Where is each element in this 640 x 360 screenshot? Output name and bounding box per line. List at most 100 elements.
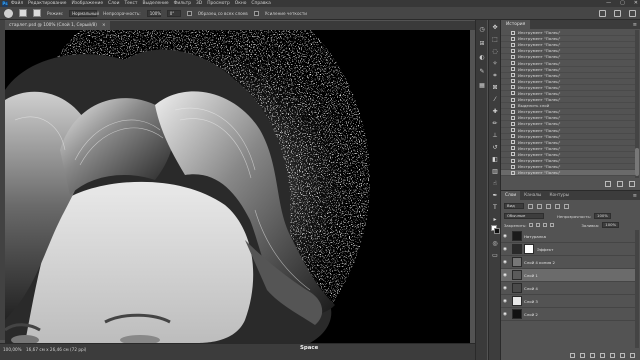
menu-help[interactable]: Справка xyxy=(251,1,270,6)
menu-view[interactable]: Просмотр xyxy=(207,1,230,6)
layer-row[interactable]: ◉ Натуралка xyxy=(501,230,635,243)
tab-paths[interactable]: Контуры xyxy=(545,191,573,200)
layer-row[interactable]: ◉ Слой 1 xyxy=(501,269,635,282)
menu-edit[interactable]: Редактирование xyxy=(28,1,66,6)
adjustments-panel-icon[interactable]: ◐ xyxy=(478,54,486,62)
screen-mode-icon[interactable]: ▭ xyxy=(491,252,499,260)
lock-transparency-icon[interactable] xyxy=(529,223,534,227)
path-select-tool-icon[interactable]: ▸ xyxy=(491,216,499,224)
layer-mask-thumbnail[interactable] xyxy=(524,244,534,254)
move-tool-icon[interactable]: ✥ xyxy=(491,24,499,32)
history-item[interactable]: Инструмент "Палец" xyxy=(501,170,635,177)
layer-style-icon[interactable] xyxy=(580,352,585,358)
layer-name[interactable]: Слой 2 xyxy=(524,312,538,317)
swatches-panel-icon[interactable]: ▦ xyxy=(478,82,486,90)
layer-thumbnail[interactable] xyxy=(512,257,522,267)
crop-tool-icon[interactable]: ⌗ xyxy=(491,72,499,80)
eye-icon[interactable]: ◉ xyxy=(501,299,509,304)
layer-row[interactable]: ◉ Слой 4 xyxy=(501,282,635,295)
lock-position-icon[interactable] xyxy=(543,223,548,227)
history-panel-title[interactable]: История xyxy=(501,20,531,29)
menu-filter[interactable]: Фильтр xyxy=(174,1,191,6)
menu-text[interactable]: Текст xyxy=(124,1,137,6)
layer-thumbnail[interactable] xyxy=(512,296,522,306)
workspace-icon[interactable] xyxy=(614,10,621,17)
layer-row[interactable]: ◉ Эффект xyxy=(501,243,635,256)
smudge-tool-preset-icon[interactable] xyxy=(4,8,13,18)
canvas-area[interactable] xyxy=(5,30,470,343)
marquee-tool-icon[interactable]: ⬚ xyxy=(491,36,499,44)
fill-input[interactable]: 100% xyxy=(602,222,620,228)
eye-icon[interactable]: ◉ xyxy=(501,260,509,265)
opacity-input[interactable]: 100% xyxy=(594,213,611,219)
quick-select-tool-icon[interactable]: ✧ xyxy=(491,60,499,68)
layers-panel-menu-icon[interactable]: ≡ xyxy=(633,193,637,199)
properties-panel-icon[interactable]: ⊞ xyxy=(478,40,486,48)
menu-file[interactable]: Файл xyxy=(11,1,23,6)
smudge-tool-icon[interactable]: ☝ xyxy=(491,180,499,188)
menu-window[interactable]: Окно xyxy=(235,1,247,6)
history-brush-tool-icon[interactable]: ↺ xyxy=(491,144,499,152)
menu-layers[interactable]: Слои xyxy=(108,1,119,6)
search-icon[interactable] xyxy=(599,10,606,17)
healing-tool-icon[interactable]: ✚ xyxy=(491,108,499,116)
history-panel-icon[interactable]: ◷ xyxy=(478,26,486,34)
eye-icon[interactable]: ◉ xyxy=(501,273,509,278)
filter-shape-icon[interactable] xyxy=(555,203,560,209)
tab-layers[interactable]: Слои xyxy=(501,191,521,200)
maximize-button[interactable]: ▢ xyxy=(620,0,625,7)
tab-channels[interactable]: Каналы xyxy=(520,191,545,200)
history-scrollbar[interactable] xyxy=(635,30,639,178)
layer-row[interactable]: ◉ Слой 4 копия 2 xyxy=(501,256,635,269)
layer-thumbnail[interactable] xyxy=(512,244,522,254)
eye-icon[interactable]: ◉ xyxy=(501,312,509,317)
history-scroll-thumb[interactable] xyxy=(635,148,639,176)
menu-select[interactable]: Выделение xyxy=(142,1,168,6)
layer-name[interactable]: Натуралка xyxy=(524,234,546,239)
layer-thumbnail[interactable] xyxy=(512,309,522,319)
close-window-button[interactable]: ✕ xyxy=(634,0,638,7)
eye-icon[interactable]: ◉ xyxy=(501,234,509,239)
layer-name[interactable]: Слой 3 xyxy=(524,299,538,304)
strength-input[interactable]: 100% xyxy=(146,9,161,17)
eye-icon[interactable]: ◉ xyxy=(501,286,509,291)
sample-all-checkbox[interactable] xyxy=(186,10,192,16)
link-layers-icon[interactable] xyxy=(570,352,575,358)
snapshot-icon[interactable] xyxy=(617,181,623,187)
delete-layer-icon[interactable] xyxy=(630,352,635,358)
stamp-tool-icon[interactable]: ⊥ xyxy=(491,132,499,140)
layer-name[interactable]: Эффект xyxy=(537,247,553,252)
quick-mask-icon[interactable]: ◎ xyxy=(491,240,499,248)
finger-painting-checkbox[interactable] xyxy=(253,10,259,16)
brush-preset-picker[interactable] xyxy=(19,9,27,17)
adjustment-layer-icon[interactable] xyxy=(600,352,605,358)
brush-settings-icon[interactable] xyxy=(33,9,41,17)
type-tool-icon[interactable]: T xyxy=(491,204,499,212)
lasso-tool-icon[interactable]: ◌ xyxy=(491,48,499,56)
layer-row[interactable]: ◉ Слой 2 xyxy=(501,308,635,321)
layer-thumbnail[interactable] xyxy=(512,270,522,280)
menu-image[interactable]: Изображение xyxy=(71,1,103,6)
delete-state-icon[interactable] xyxy=(629,181,635,187)
gradient-tool-icon[interactable]: ▥ xyxy=(491,168,499,176)
brush-panel-icon[interactable]: ✎ xyxy=(478,68,486,76)
filter-type-icon[interactable] xyxy=(546,203,551,209)
new-document-from-state-icon[interactable] xyxy=(605,181,611,187)
lock-pixels-icon[interactable] xyxy=(536,223,541,227)
new-group-icon[interactable] xyxy=(610,352,615,358)
brush-tool-icon[interactable]: ✏ xyxy=(491,120,499,128)
document-tab[interactable]: старлет.psd @ 100% (Слой 1, Серый/8) × xyxy=(5,21,110,30)
eraser-tool-icon[interactable]: ◧ xyxy=(491,156,499,164)
layer-name[interactable]: Слой 4 xyxy=(524,286,538,291)
close-document-button[interactable]: × xyxy=(102,21,106,30)
layer-thumbnail[interactable] xyxy=(512,231,522,241)
layer-name[interactable]: Слой 1 xyxy=(524,273,538,278)
layer-thumbnail[interactable] xyxy=(512,283,522,293)
menu-3d[interactable]: 3D xyxy=(196,1,202,6)
filter-pixel-icon[interactable] xyxy=(528,203,533,209)
layer-row[interactable]: ◉ Слой 3 xyxy=(501,295,635,308)
mode-select[interactable]: Нормальный xyxy=(69,9,99,17)
filter-kind-select[interactable]: Вид xyxy=(504,203,524,209)
eyedropper-tool-icon[interactable]: ⁄ xyxy=(491,96,499,104)
blend-mode-select[interactable]: Обычные xyxy=(504,213,544,219)
